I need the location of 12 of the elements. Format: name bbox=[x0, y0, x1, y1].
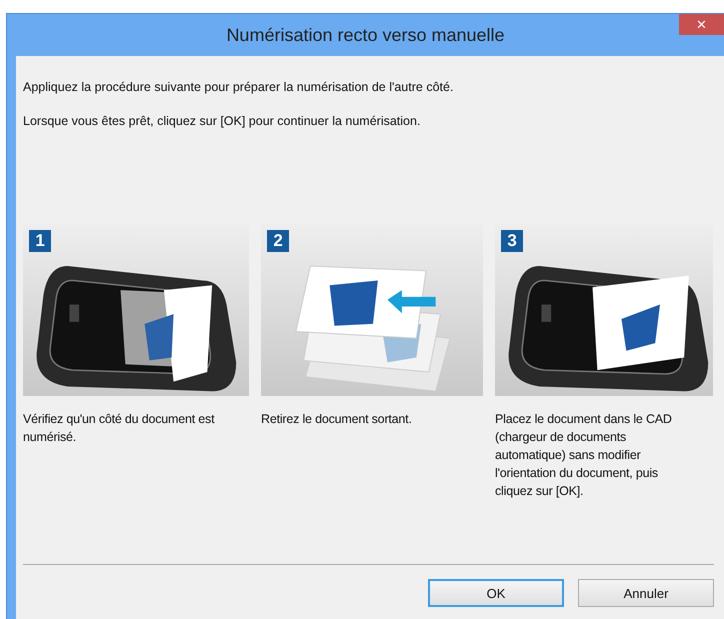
step-caption: Placez le document dans le CAD (chargeur de documents automatique) sans modifier l'orientation du document, puis cliquez sur [OK]. bbox=[495, 411, 673, 500]
step-caption: Vérifiez qu'un côté du document est numérisé. bbox=[23, 411, 216, 446]
step-number: 3 bbox=[501, 230, 523, 252]
close-button[interactable]: × bbox=[679, 14, 724, 35]
step-number: 1 bbox=[29, 230, 51, 252]
window-title: Numérisation recto verso manuelle bbox=[226, 24, 505, 46]
dialog-button[interactable]: OK bbox=[428, 579, 564, 607]
instruction-text: Lorsque vous êtes prêt, cliquez sur [OK] pour continuer la numérisation. bbox=[23, 114, 422, 128]
step-caption: Retirez le document sortant. bbox=[261, 411, 413, 428]
dialog-button[interactable]: Annuler bbox=[578, 579, 714, 607]
instruction-text: Appliquez la procédure suivante pour préparer la numérisation de l'autre côté. bbox=[23, 80, 454, 94]
step-number: 2 bbox=[267, 230, 289, 252]
